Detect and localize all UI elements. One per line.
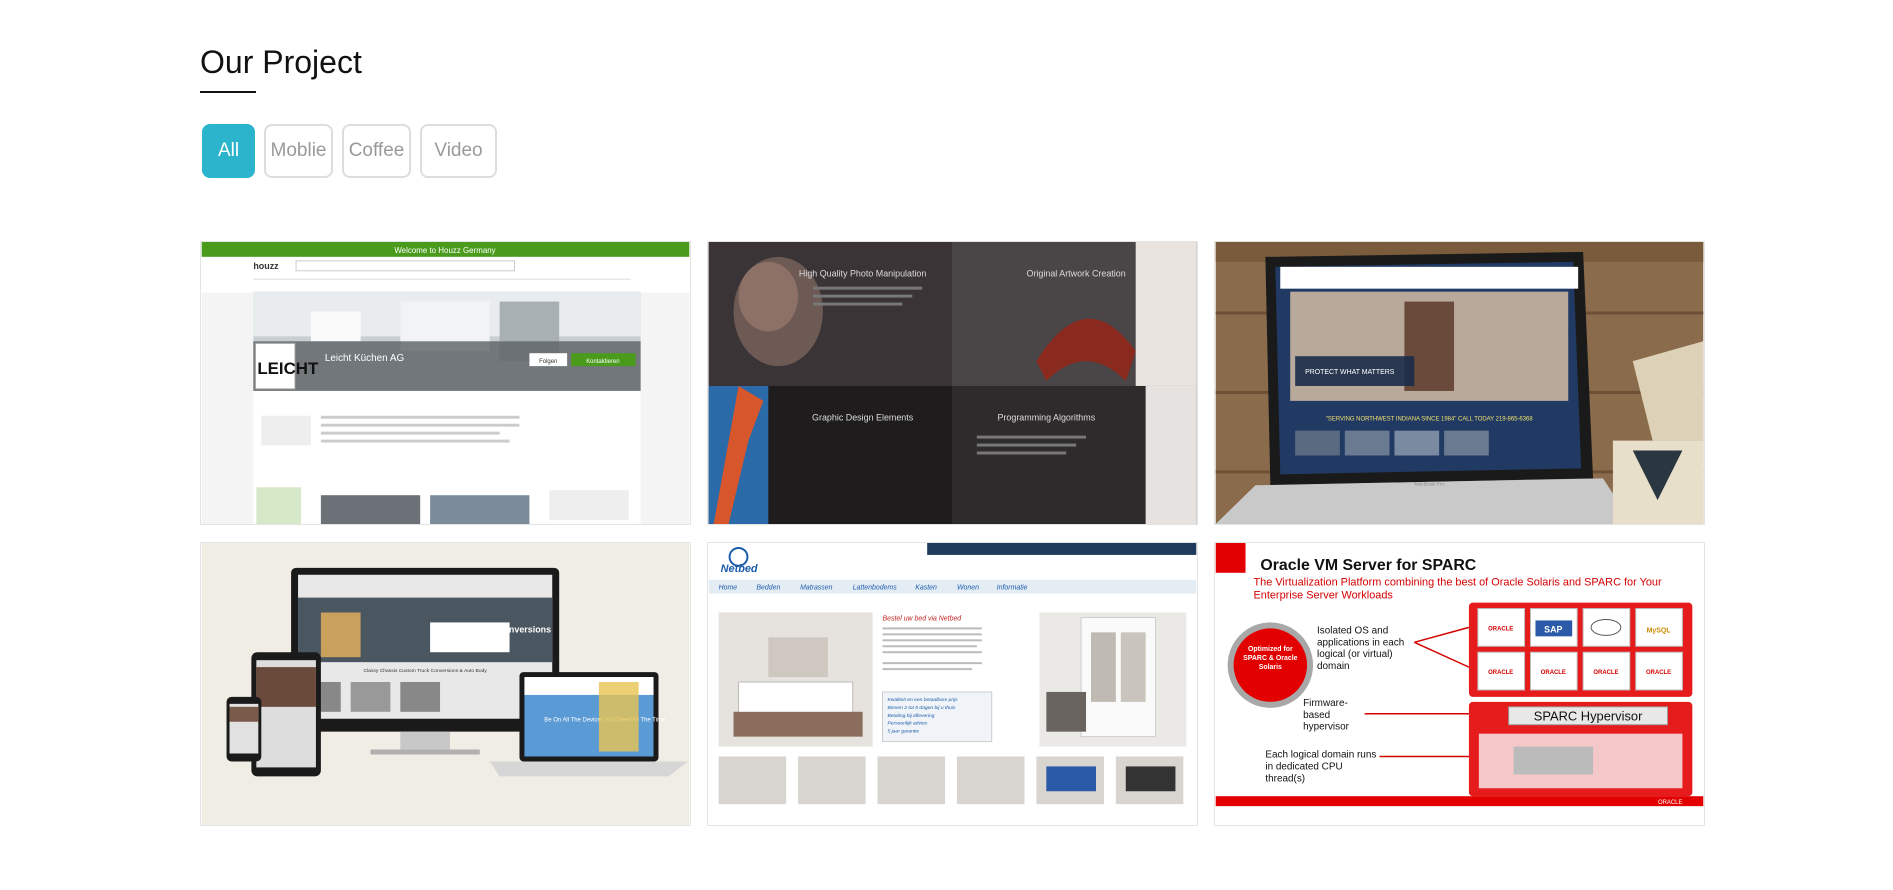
filter-mobile-button[interactable]: Moblie [264,124,333,178]
filter-bar: All Moblie Coffee Video [202,124,497,178]
project-card-devices[interactable]: Custom Truck Conversions Classy Chassis … [200,542,691,826]
oracle-os-0: ORACLE [1488,670,1513,676]
gimp-screenshot: High Quality Photo Manipulation Original… [708,242,1197,524]
filter-video-button[interactable]: Video [420,124,497,178]
houzz-contact: Kontaktieren [586,359,619,365]
netbed-nav-6[interactable]: Informatie [997,585,1028,592]
oracle-title: Oracle VM Server for SPARC [1260,557,1476,574]
leicht-logo: LEICHT [257,359,319,378]
oracle-vendor-0: ORACLE [1488,626,1513,632]
oracle-os-3: ORACLE [1646,670,1671,676]
netbed-feature-3: Persoonlijk advies [887,721,927,727]
oracle-os-2: ORACLE [1593,670,1618,676]
oracle-slide: Oracle VM Server for SPARC The Virtualiz… [1215,543,1704,825]
netbed-nav-2[interactable]: Matrassen [800,585,833,592]
netbed-nav-3[interactable]: Lattenbodems [853,585,898,592]
project-card-netbed[interactable]: Netbed Home Bedden Matrassen Lattenbodem… [707,542,1198,826]
gimp-q4: Programming Algorithms [997,413,1095,423]
netbed-feature-0: Kwaliteit en een betaalbare prijs [887,697,958,703]
laptop-device-label: MacBook Pro [1414,481,1444,487]
netbed-nav-4[interactable]: Kasten [915,585,937,592]
oracle-hypervisor: SPARC Hypervisor [1534,709,1643,724]
laptop-tagline: "SERVING NORTHWEST INDIANA SINCE 1984" C… [1326,417,1534,423]
filter-coffee-button[interactable]: Coffee [342,124,411,178]
devices-strip: Classy Chassis Custom Truck Conversions … [363,668,487,674]
gimp-q3: Graphic Design Elements [812,413,914,423]
netbed-feature-2: Betaling bij aflevering [887,713,934,719]
houzz-screenshot: Welcome to Houzz Germany houzz LEICHT Le… [201,242,690,524]
project-card-laptop[interactable]: PROTECT WHAT MATTERS "SERVING NORTHWEST … [1214,241,1705,525]
oracle-label-domain: Isolated OS and applications in each log… [1317,625,1405,673]
netbed-nav-1[interactable]: Bedden [756,585,780,592]
oracle-subtitle: The Virtualization Platform combining th… [1253,576,1662,602]
project-card-houzz[interactable]: Welcome to Houzz Germany houzz LEICHT Le… [200,241,691,525]
netbed-nav-0[interactable]: Home [719,585,738,592]
oracle-vendor-1: SAP [1544,624,1562,634]
netbed-feature-4: 5 jaar garantie [887,729,919,735]
devices-mockup: Custom Truck Conversions Classy Chassis … [201,543,690,825]
laptop-screenshot: PROTECT WHAT MATTERS "SERVING NORTHWEST … [1215,242,1704,524]
devices-hero: Custom Truck Conversions [435,624,551,634]
filter-all-button[interactable]: All [202,124,255,178]
houzz-brand: houzz [253,261,279,271]
gimp-q1: High Quality Photo Manipulation [799,269,926,279]
houzz-follow: Folgen [539,359,557,365]
houzz-banner: Welcome to Houzz Germany [394,246,495,255]
netbed-nav-5[interactable]: Wonen [957,585,979,592]
gimp-q2: Original Artwork Creation [1027,269,1126,279]
project-card-oracle[interactable]: Oracle VM Server for SPARC The Virtualiz… [1214,542,1705,826]
section-title: Our Project [200,44,362,80]
oracle-label-firmware: Firmware-based hypervisor [1303,697,1349,733]
oracle-footer: ORACLE [1658,800,1682,806]
netbed-screenshot: Netbed Home Bedden Matrassen Lattenbodem… [708,543,1197,825]
netbed-brand: Netbed [721,563,758,575]
oracle-os-1: ORACLE [1541,670,1566,676]
oracle-badge: Optimized for SPARC & Oracle Solaris [1243,646,1298,672]
oracle-label-thread: Each logical domain runs in dedicated CP… [1265,749,1377,785]
oracle-vendor-2: MySQL [1647,627,1672,634]
netbed-heading: Bestel uw bed via Netbed [882,615,962,622]
houzz-company: Leicht Küchen AG [325,353,404,364]
netbed-feature-1: Binnen 2 tot 5 dagen bij u thuis [887,705,956,711]
project-card-gimp[interactable]: High Quality Photo Manipulation Original… [707,241,1198,525]
title-underline [200,91,256,93]
laptop-overlay: PROTECT WHAT MATTERS [1305,369,1395,376]
project-grid: Welcome to Houzz Germany houzz LEICHT Le… [200,241,1705,827]
